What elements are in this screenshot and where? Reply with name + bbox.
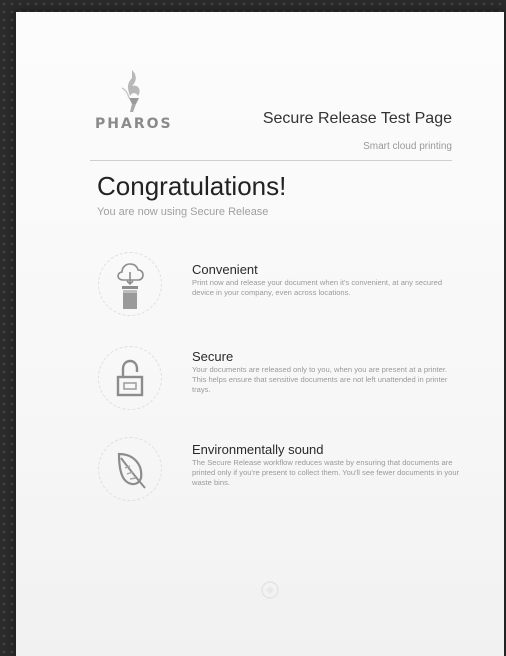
header-divider bbox=[90, 160, 452, 161]
padlock-icon bbox=[98, 346, 162, 410]
intro-subheading: You are now using Secure Release bbox=[97, 206, 269, 218]
feature-secure-title: Secure bbox=[192, 349, 234, 364]
feature-environment-description: The Secure Release workflow reduces wast… bbox=[192, 458, 460, 487]
feature-convenient-title: Convenient bbox=[192, 262, 258, 277]
pharos-logo-text: PHAROS bbox=[95, 116, 173, 132]
test-page-sheet bbox=[16, 12, 504, 656]
leaf-icon bbox=[98, 437, 162, 501]
feature-convenient-description: Print now and release your document when… bbox=[192, 278, 443, 297]
feature-environment-title: Environmentally sound bbox=[192, 442, 324, 457]
footer-watermark-icon bbox=[258, 578, 282, 602]
cloud-printer-icon bbox=[98, 252, 162, 316]
page-subtitle: Smart cloud printing bbox=[363, 141, 452, 152]
page-title: Secure Release Test Page bbox=[262, 110, 452, 127]
feature-secure-description: Your documents are released only to you,… bbox=[192, 365, 448, 394]
congratulations-heading: Congratulations! bbox=[97, 171, 287, 201]
